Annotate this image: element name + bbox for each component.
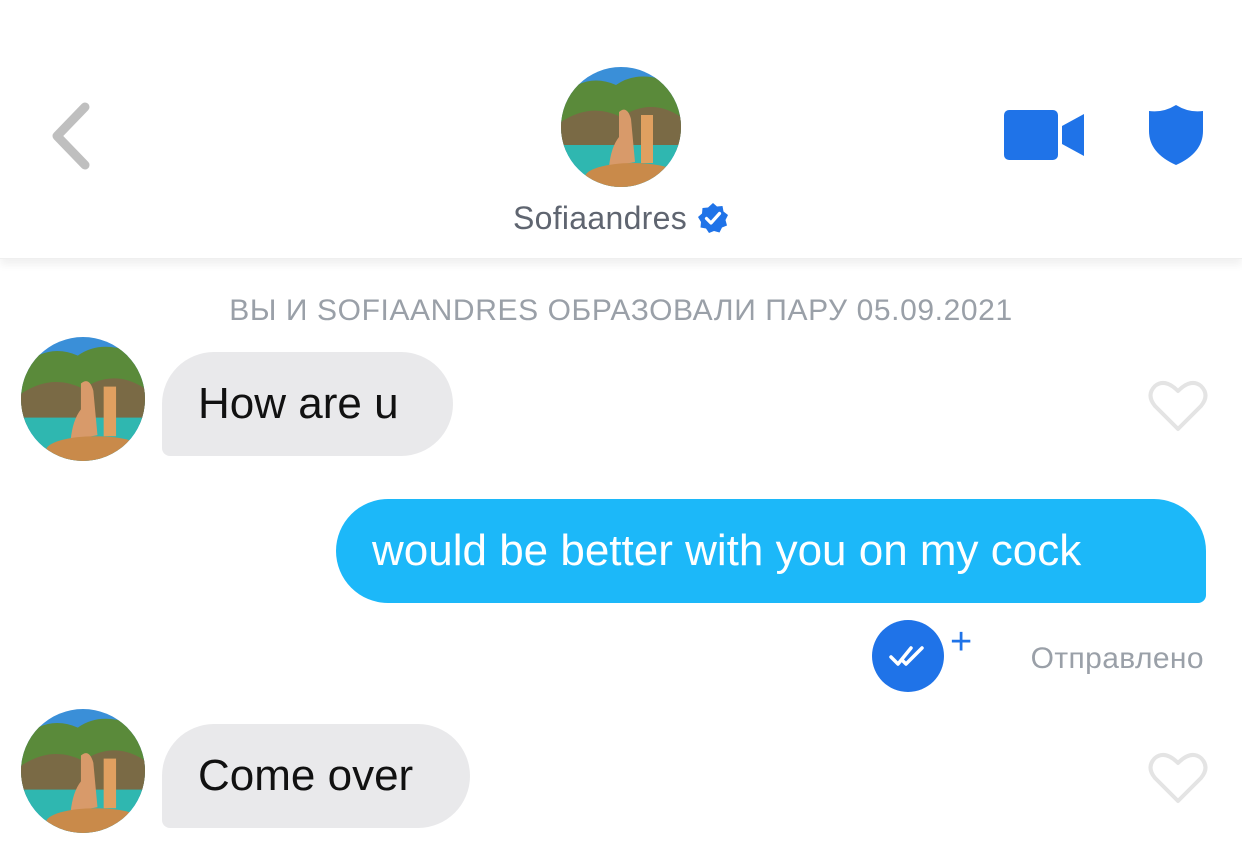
heart-icon[interactable]: [1148, 750, 1208, 806]
video-camera-icon[interactable]: [1002, 108, 1086, 162]
sender-avatar[interactable]: [21, 709, 145, 833]
avatar-image: [561, 67, 681, 187]
read-receipt-button[interactable]: [872, 620, 944, 692]
message-text: How are u: [198, 379, 399, 428]
heart-icon[interactable]: [1148, 378, 1208, 434]
message-bubble-outgoing[interactable]: would be better with you on my cock: [336, 499, 1206, 603]
double-check-icon: [889, 646, 924, 666]
match-date-note: ВЫ И SOFIAANDRES ОБРАЗОВАЛИ ПАРУ 05.09.2…: [229, 294, 1013, 327]
message-bubble-incoming[interactable]: How are u: [162, 352, 453, 456]
sender-avatar[interactable]: [21, 337, 145, 461]
avatar-image: [21, 709, 145, 833]
chevron-left-icon: [52, 102, 90, 170]
delivery-status: Отправлено: [1030, 642, 1204, 675]
match-avatar[interactable]: [561, 67, 681, 187]
back-button[interactable]: [40, 98, 100, 174]
message-bubble-incoming[interactable]: Come over: [162, 724, 470, 828]
message-text: Come over: [198, 751, 414, 800]
verified-badge-icon: [698, 203, 729, 233]
add-read-receipt-button[interactable]: +: [950, 622, 972, 662]
match-name-row[interactable]: Sofiaandres: [0, 196, 1242, 240]
message-text: would be better with you on my cock: [372, 526, 1082, 575]
match-name[interactable]: Sofiaandres: [513, 200, 687, 237]
avatar-image: [21, 337, 145, 461]
chat-header: Sofiaandres: [0, 0, 1242, 259]
shield-icon[interactable]: [1147, 103, 1205, 167]
